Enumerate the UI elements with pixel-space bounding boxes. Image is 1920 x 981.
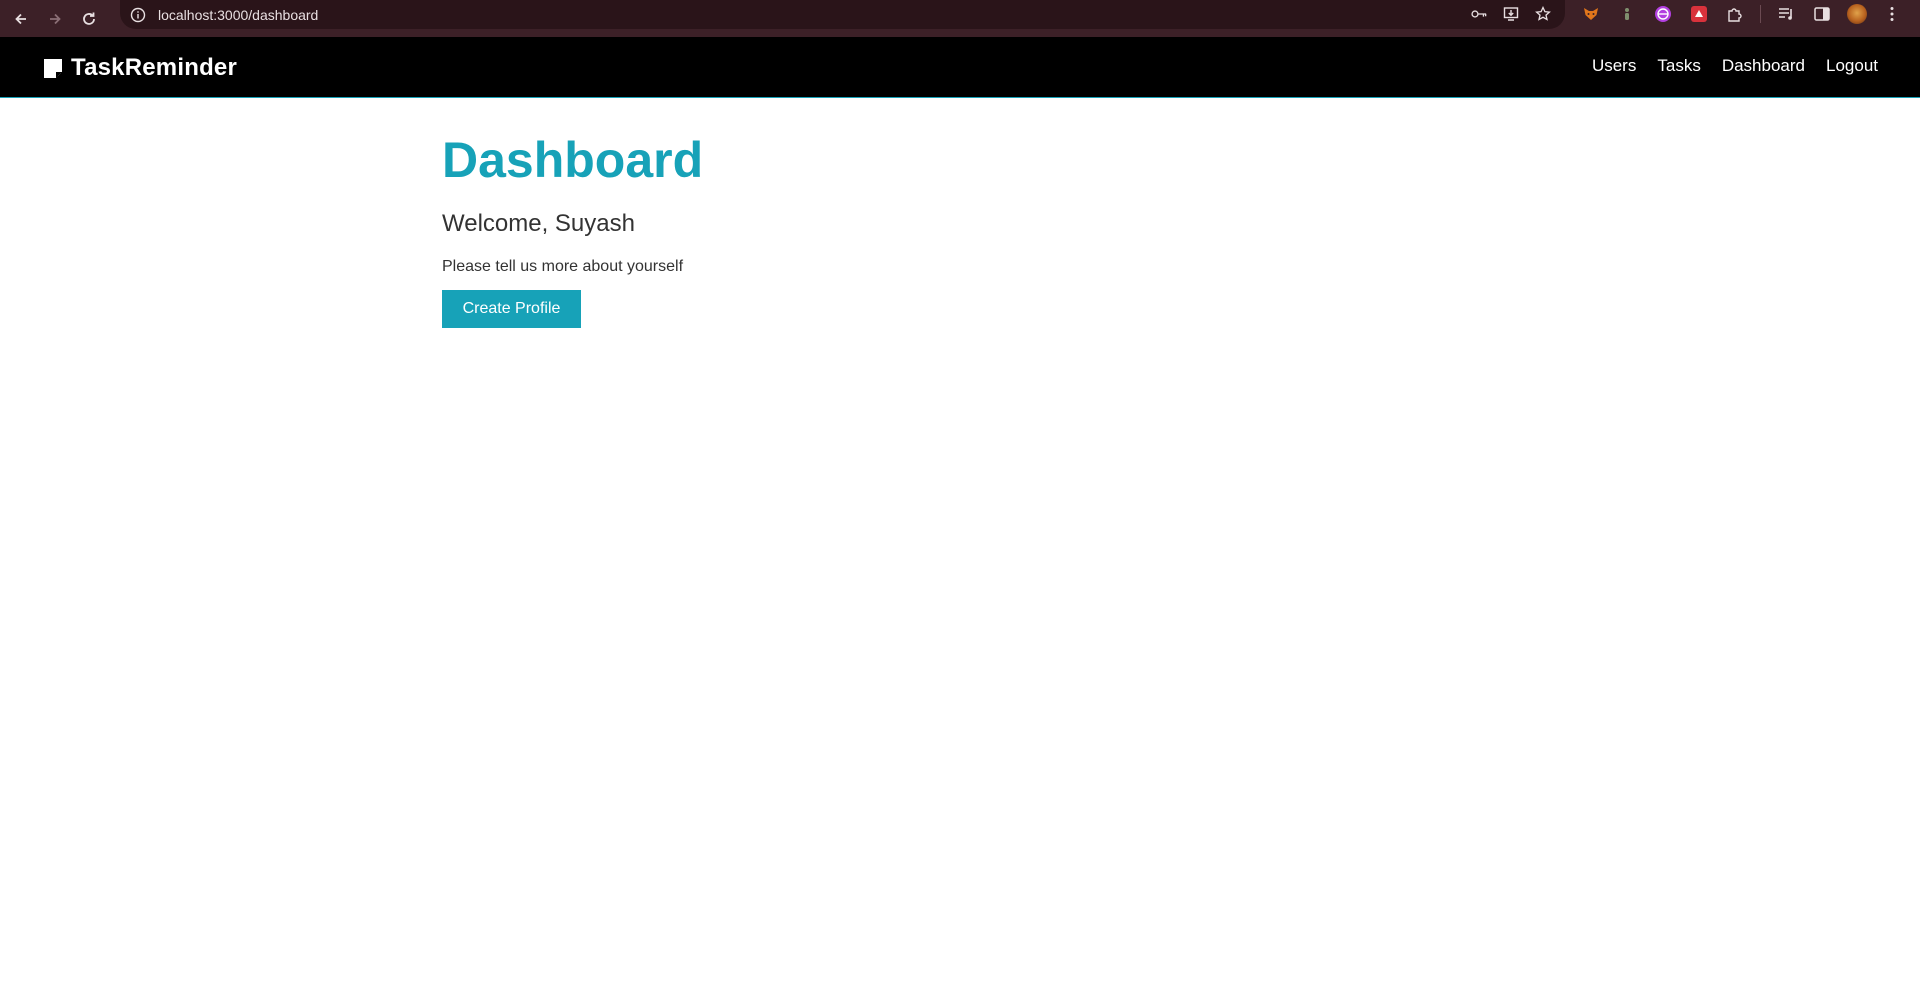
profile-prompt: Please tell us more about yourself [442, 258, 684, 275]
fox-extension-icon[interactable] [1580, 3, 1602, 25]
arrow-right-icon [50, 13, 61, 24]
nav-link-tasks[interactable]: Tasks [1657, 56, 1700, 76]
welcome-message: Welcome, Suyash [442, 210, 635, 237]
forward-button[interactable] [40, 4, 70, 34]
arrow-left-icon [15, 13, 26, 24]
main-content: Dashboard Welcome, Suyash Please tell us… [442, 130, 703, 328]
more-menu-icon[interactable] [1881, 3, 1903, 25]
install-app-icon[interactable] [1503, 5, 1519, 23]
red-extension-icon[interactable] [1688, 3, 1710, 25]
nav-link-dashboard[interactable]: Dashboard [1722, 56, 1805, 76]
reading-list-icon[interactable] [1775, 3, 1797, 25]
url-text[interactable]: localhost:3000/dashboard [158, 7, 318, 23]
figure-extension-icon[interactable] [1616, 3, 1638, 25]
bookmark-star-icon[interactable] [1535, 5, 1551, 23]
side-panel-icon[interactable] [1811, 3, 1833, 25]
page-title: Dashboard [442, 132, 704, 188]
brand-link[interactable]: TaskReminder [43, 54, 237, 82]
create-profile-button[interactable]: Create Profile [442, 290, 581, 328]
nav-links: Users Tasks Dashboard Logout [1571, 56, 1878, 76]
browser-toolbar: localhost:3000/dashboard [0, 0, 1920, 37]
extensions-area [1580, 3, 1903, 25]
app-navbar: TaskReminder Users Tasks Dashboard Logou… [0, 37, 1920, 98]
brand-name: TaskReminder [71, 54, 238, 81]
reload-button[interactable] [74, 4, 104, 34]
back-button[interactable] [6, 4, 36, 34]
nav-link-logout[interactable]: Logout [1826, 56, 1878, 76]
nav-link-users[interactable]: Users [1592, 56, 1636, 76]
key-icon[interactable] [1471, 5, 1487, 23]
sticky-note-icon [43, 58, 63, 79]
site-info-icon[interactable] [130, 7, 146, 23]
toolbar-separator [1760, 5, 1761, 23]
globe-extension-icon[interactable] [1652, 3, 1674, 25]
puzzle-extensions-icon[interactable] [1724, 3, 1746, 25]
address-bar[interactable]: localhost:3000/dashboard [120, 0, 1565, 29]
profile-avatar[interactable] [1847, 4, 1867, 24]
reload-icon [83, 12, 95, 25]
